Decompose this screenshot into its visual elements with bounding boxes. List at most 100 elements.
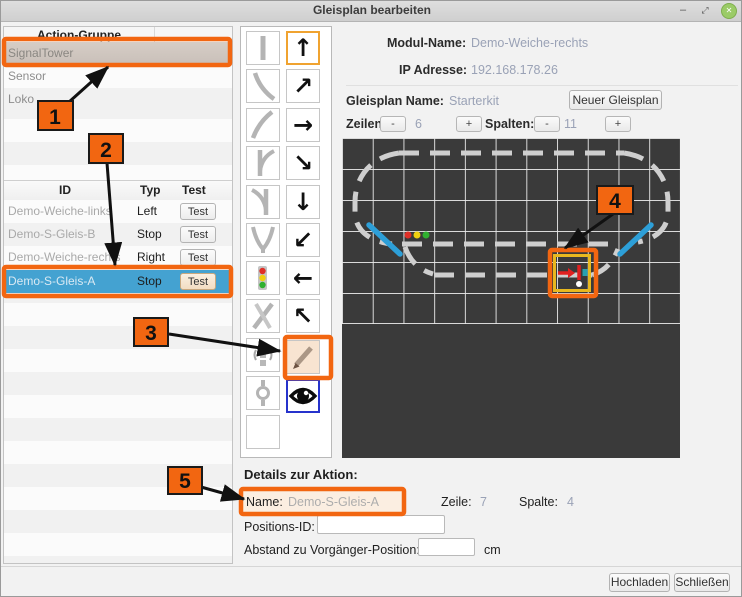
signal-lights bbox=[405, 232, 430, 239]
tool-straight-track[interactable] bbox=[246, 31, 280, 65]
neuer-gleisplan-button[interactable]: Neuer Gleisplan bbox=[569, 90, 662, 110]
hochladen-button[interactable]: Hochladen bbox=[609, 573, 670, 592]
row-id: Demo-Weiche-links bbox=[8, 200, 112, 223]
tool-switch-y[interactable] bbox=[246, 223, 280, 257]
test-button[interactable]: Test bbox=[180, 226, 216, 243]
modul-name-value: Demo-Weiche-rechts bbox=[471, 36, 588, 50]
window-title: Gleisplan bearbeiten bbox=[1, 3, 742, 17]
arrow-up-right-icon: ↗ bbox=[293, 74, 313, 98]
action-group-header-label: Action-Gruppe bbox=[4, 28, 154, 42]
tool-empty[interactable] bbox=[246, 415, 280, 449]
tool-crossing[interactable] bbox=[246, 299, 280, 333]
action-group-header: Action-Gruppe bbox=[4, 27, 232, 43]
gleisplan-name-label: Gleisplan Name: bbox=[346, 94, 444, 108]
lamp-signal-icon bbox=[247, 377, 279, 409]
group-item-loko[interactable]: Loko bbox=[4, 88, 232, 110]
row-id: Demo-S-Gleis-B bbox=[8, 223, 95, 246]
tool-curve-left[interactable] bbox=[246, 108, 280, 142]
tool-signal-tower[interactable] bbox=[246, 338, 280, 372]
positions-id-input[interactable] bbox=[317, 515, 445, 534]
tool-palette: ↑ ↗ → ↘ ↓ ↙ ← ↖ bbox=[240, 26, 332, 458]
name-value: Demo-S-Gleis-A bbox=[288, 495, 379, 509]
tool-arrow-up-right[interactable]: ↗ bbox=[286, 69, 320, 103]
tool-eye[interactable] bbox=[286, 379, 320, 413]
gleisplan-name-value: Starterkit bbox=[449, 94, 499, 108]
section-divider bbox=[346, 85, 738, 86]
tool-switch-right[interactable] bbox=[246, 185, 280, 219]
tool-arrow-right[interactable]: → bbox=[286, 108, 320, 142]
unit-label: cm bbox=[484, 543, 501, 557]
signal-icon bbox=[247, 262, 279, 294]
close-icon[interactable]: ✕ bbox=[721, 3, 737, 19]
group-item-sensor[interactable]: Sensor bbox=[4, 65, 232, 87]
group-item-signaltower[interactable]: SignalTower bbox=[4, 42, 232, 64]
ip-value: 192.168.178.26 bbox=[471, 63, 558, 77]
eye-icon bbox=[288, 381, 318, 411]
row-typ: Stop bbox=[137, 270, 162, 293]
table-row-selected[interactable]: Demo-S-Gleis-A Stop Test bbox=[4, 270, 232, 293]
modul-name-label: Modul-Name: bbox=[387, 36, 466, 50]
spalte-label: Spalte: bbox=[519, 495, 558, 509]
spalten-plus-button[interactable]: + bbox=[605, 116, 631, 132]
arrow-up-icon: ↑ bbox=[293, 36, 313, 60]
spalten-label: Spalten: bbox=[485, 117, 534, 131]
switch-left-segment[interactable] bbox=[369, 225, 400, 254]
details-title: Details zur Aktion: bbox=[244, 467, 358, 482]
tool-pencil[interactable] bbox=[286, 340, 320, 374]
abstand-input[interactable] bbox=[418, 538, 475, 556]
switch-y-icon bbox=[263, 227, 273, 249]
col-test: Test bbox=[182, 183, 206, 197]
positions-id-label: Positions-ID: bbox=[244, 520, 315, 534]
schliessen-button[interactable]: Schließen bbox=[674, 573, 730, 592]
zeilen-value: 6 bbox=[415, 117, 422, 131]
zeilen-minus-button[interactable]: - bbox=[380, 116, 406, 132]
curve-right-icon bbox=[255, 73, 274, 99]
tool-arrow-down-left[interactable]: ↙ bbox=[286, 223, 320, 257]
footer-divider bbox=[1, 566, 742, 567]
arrow-down-icon: ↓ bbox=[293, 190, 313, 214]
arrow-up-left-icon: ↖ bbox=[293, 304, 313, 328]
tool-curve-right[interactable] bbox=[246, 69, 280, 103]
row-typ: Stop bbox=[137, 223, 162, 246]
arrow-right-icon: → bbox=[293, 113, 313, 137]
tool-signal[interactable] bbox=[246, 261, 280, 295]
test-button[interactable]: Test bbox=[180, 203, 216, 220]
col-id: ID bbox=[59, 183, 71, 197]
table-row[interactable]: Demo-S-Gleis-B Stop Test bbox=[4, 223, 232, 246]
tool-arrow-down-right[interactable]: ↘ bbox=[286, 146, 320, 180]
tool-lamp-signal[interactable] bbox=[246, 376, 280, 410]
test-button[interactable]: Test bbox=[180, 249, 216, 266]
abstand-label: Abstand zu Vorgänger-Position: bbox=[244, 543, 420, 557]
tool-arrow-up[interactable]: ↑ bbox=[286, 31, 320, 65]
track-bottom-left-curve bbox=[405, 247, 433, 274]
restore-icon[interactable]: ⤢ bbox=[697, 3, 713, 18]
track-plan-canvas[interactable] bbox=[342, 138, 680, 458]
test-button[interactable]: Test bbox=[180, 273, 216, 290]
table-row[interactable]: Demo-Weiche-rechts Right Test bbox=[4, 246, 232, 269]
table-row[interactable]: Demo-Weiche-links Left Test bbox=[4, 200, 232, 223]
signal-tower-icon bbox=[247, 339, 279, 371]
signal-green-dot bbox=[423, 232, 430, 239]
tool-arrow-down[interactable]: ↓ bbox=[286, 185, 320, 219]
actions-table-header: ID Typ Test bbox=[4, 180, 232, 201]
arrow-left-icon: ← bbox=[293, 266, 313, 290]
tool-arrow-left[interactable]: ← bbox=[286, 261, 320, 295]
tool-switch-left[interactable] bbox=[246, 146, 280, 180]
zeile-label: Zeile: bbox=[441, 495, 472, 509]
col-typ: Typ bbox=[140, 183, 160, 197]
signal-yellow-dot bbox=[414, 232, 421, 239]
ip-label: IP Adresse: bbox=[399, 63, 467, 77]
left-panel: Action-Gruppe SignalTower Sensor Loko ID… bbox=[3, 26, 233, 564]
app-window: Gleisplan bearbeiten – ⤢ ✕ Action-Gruppe… bbox=[0, 0, 742, 597]
zeilen-plus-button[interactable]: + bbox=[456, 116, 482, 132]
zeile-value: 7 bbox=[480, 495, 487, 509]
signal-red-dot bbox=[405, 232, 412, 239]
row-typ: Left bbox=[137, 200, 157, 223]
spalte-value: 4 bbox=[567, 495, 574, 509]
arrow-down-left-icon: ↙ bbox=[293, 228, 313, 252]
switch-right-segment[interactable] bbox=[620, 225, 651, 254]
tool-arrow-up-left[interactable]: ↖ bbox=[286, 299, 320, 333]
spalten-value: 11 bbox=[564, 117, 577, 131]
spalten-minus-button[interactable]: - bbox=[534, 116, 560, 132]
minimize-button[interactable]: – bbox=[675, 3, 691, 18]
